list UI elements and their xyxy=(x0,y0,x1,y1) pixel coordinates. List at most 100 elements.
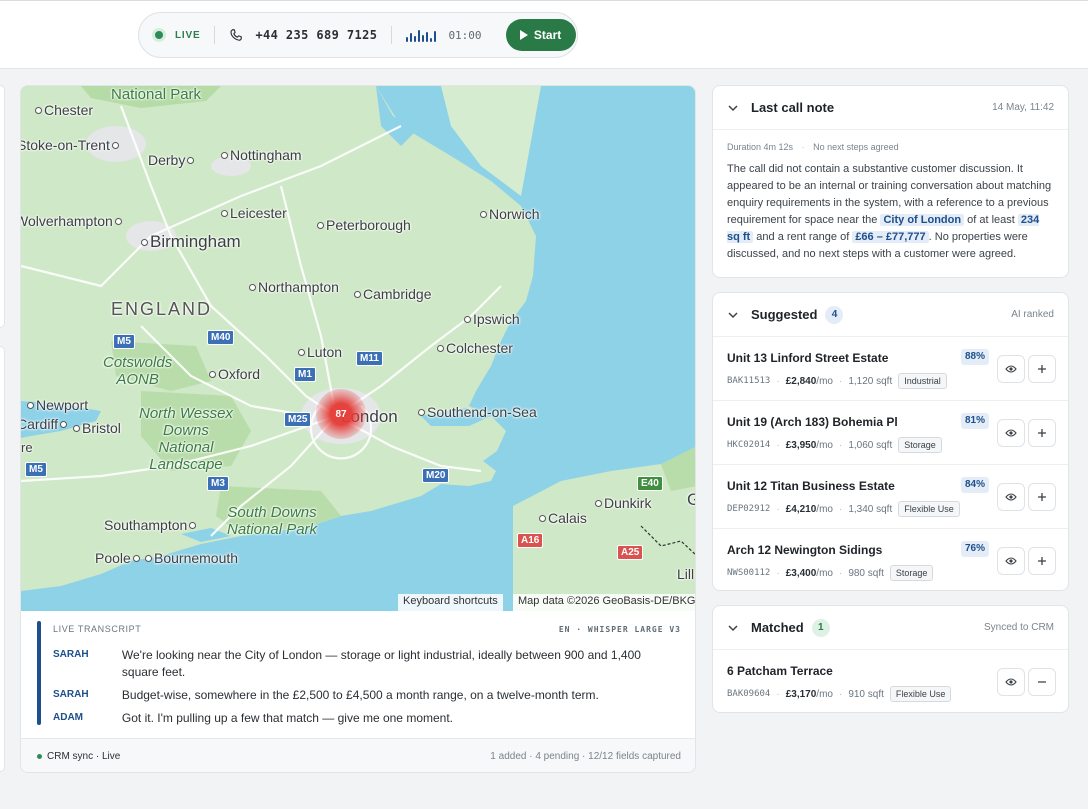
add-button[interactable] xyxy=(1028,355,1056,383)
property-type-tag: Flexible Use xyxy=(889,686,952,702)
left-panel-edge xyxy=(0,85,5,328)
add-button[interactable] xyxy=(1028,419,1056,447)
status-dot xyxy=(37,754,42,759)
property-price: £3,400 xyxy=(785,567,817,579)
map-label: Leicester xyxy=(221,205,287,221)
chevron-down-icon xyxy=(728,624,738,631)
property-details: BAK09604 · £3,170/mo · 910 sqft Flexible… xyxy=(727,686,952,702)
note-text: and a rent range of xyxy=(753,231,853,243)
map-label: Lill xyxy=(677,566,695,582)
highlight-location: City of London xyxy=(880,214,965,226)
road-shield: M1 xyxy=(294,367,316,382)
view-button[interactable] xyxy=(997,483,1025,511)
live-label: LIVE xyxy=(175,29,201,41)
property-name: Unit 19 (Arch 183) Bohemia Pl xyxy=(727,415,898,429)
separator: · xyxy=(776,503,780,515)
count-badge: 1 xyxy=(811,618,830,637)
transcript-footer: CRM sync · Live 1 added · 4 pending · 12… xyxy=(21,738,695,772)
map-label: Cotswolds AONB xyxy=(103,354,173,388)
transcript-text: Budget-wise, somewhere in the £2,500 to … xyxy=(121,688,599,702)
property-name: Unit 13 Linford Street Estate xyxy=(727,351,889,365)
note-text: of at least xyxy=(964,214,1018,226)
property-type-tag: Flexible Use xyxy=(898,501,960,517)
suggested-header[interactable]: Suggested 4 AI ranked xyxy=(713,293,1068,337)
transcript-accent-bar xyxy=(37,621,41,725)
map-label: Peterborough xyxy=(317,217,411,233)
map-label: Birmingham xyxy=(141,232,241,252)
last-call-note-header[interactable]: Last call note 14 May, 11:42 xyxy=(713,86,1068,130)
property-cluster-marker[interactable]: 87 xyxy=(316,389,366,439)
live-transcript: LIVE TRANSCRIPT EN · WHISPER LARGE V3 SA… xyxy=(21,611,695,738)
add-button[interactable] xyxy=(1028,483,1056,511)
start-button[interactable]: Start xyxy=(505,19,576,51)
note-summary: The call did not contain a substantive c… xyxy=(727,161,1054,263)
highlight-rent: £66 – £77,777 xyxy=(852,231,929,243)
match-score-badge: 88% xyxy=(961,349,990,365)
property-name: 6 Patcham Terrace xyxy=(727,664,833,678)
map-label: Stoke-on-Trent xyxy=(21,137,119,153)
property-name: Arch 12 Newington Sidings xyxy=(727,543,883,557)
map-label: Nottingham xyxy=(221,147,302,163)
add-button[interactable] xyxy=(1028,547,1056,575)
plus-icon xyxy=(1038,429,1046,437)
speaker-name: SARAH xyxy=(53,689,89,700)
note-timestamp: 14 May, 11:42 xyxy=(992,102,1054,113)
next-steps-status: No next steps agreed xyxy=(813,142,899,152)
road-shield: A16 xyxy=(517,533,544,548)
remove-button[interactable] xyxy=(1028,668,1056,696)
separator: · xyxy=(776,375,780,387)
map-label: Oxford xyxy=(209,366,260,382)
map-label: Derby xyxy=(148,152,194,168)
property-ref: NWS00112 xyxy=(727,568,771,578)
map-label: South Downs National Park xyxy=(227,504,318,538)
speaker-name: ADAM xyxy=(53,712,83,723)
property-row[interactable]: Arch 12 Newington Sidings 76% NWS00112 ·… xyxy=(713,529,1068,590)
map-label: Norwich xyxy=(480,206,540,222)
play-icon xyxy=(519,30,528,40)
separator: · xyxy=(776,567,780,579)
chevron-down-icon xyxy=(728,311,738,318)
price-period: /mo xyxy=(816,567,833,579)
call-control-pill: LIVE +44 235 689 7125 01:00 Start xyxy=(138,12,578,58)
view-button[interactable] xyxy=(997,668,1025,696)
divider xyxy=(391,26,393,44)
audio-waveform-icon xyxy=(406,28,437,42)
property-size: 980 sqft xyxy=(848,567,884,579)
map-label: Luton xyxy=(298,344,342,360)
map-label: Northampton xyxy=(249,279,339,295)
road-shield: M3 xyxy=(207,476,229,491)
road-shield: M20 xyxy=(422,468,450,483)
map-label: Ipswich xyxy=(464,311,520,327)
map-view[interactable]: National Park Chester Stoke-on-Trent Der… xyxy=(21,86,695,611)
map-label: Bristol xyxy=(73,420,121,436)
property-row[interactable]: Unit 19 (Arch 183) Bohemia Pl 81% HKC020… xyxy=(713,401,1068,465)
property-ref: HKC02014 xyxy=(727,440,771,450)
property-row[interactable]: 6 Patcham Terrace BAK09604 · £3,170/mo ·… xyxy=(713,650,1068,712)
matched-header[interactable]: Matched 1 Synced to CRM xyxy=(713,606,1068,650)
note-body: Duration 4m 12s · No next steps agreed T… xyxy=(713,130,1068,263)
map-label: Colchester xyxy=(437,340,513,356)
phone-icon xyxy=(230,29,243,41)
map-label: Wolverhampton xyxy=(21,213,122,229)
separator: · xyxy=(776,688,780,700)
property-ref: BAK11513 xyxy=(727,376,771,386)
live-indicator-dot xyxy=(155,31,163,39)
property-row[interactable]: Unit 12 Titan Business Estate 84% DEP029… xyxy=(713,465,1068,529)
crm-sync-label: CRM sync · Live xyxy=(47,751,121,762)
left-panel-edge xyxy=(0,346,5,772)
property-details: DEP02912 · £4,210/mo · 1,340 sqft Flexib… xyxy=(727,501,960,517)
matched-card: Matched 1 Synced to CRM 6 Patcham Terrac… xyxy=(712,605,1069,713)
road-shield: M5 xyxy=(113,334,135,349)
transcript-text: Got it. I'm pulling up a few that match … xyxy=(121,711,453,725)
property-row[interactable]: Unit 13 Linford Street Estate 88% BAK115… xyxy=(713,337,1068,401)
property-size: 1,120 sqft xyxy=(848,375,893,387)
property-price: £4,210 xyxy=(785,503,817,515)
map-label: Southampton xyxy=(104,517,196,533)
separator: · xyxy=(838,688,843,700)
view-button[interactable] xyxy=(997,419,1025,447)
view-button[interactable] xyxy=(997,547,1025,575)
property-details: NWS00112 · £3,400/mo · 980 sqft Storage xyxy=(727,565,934,581)
view-button[interactable] xyxy=(997,355,1025,383)
keyboard-shortcuts-link[interactable]: Keyboard shortcuts xyxy=(398,594,503,611)
property-ref: BAK09604 xyxy=(727,689,771,699)
